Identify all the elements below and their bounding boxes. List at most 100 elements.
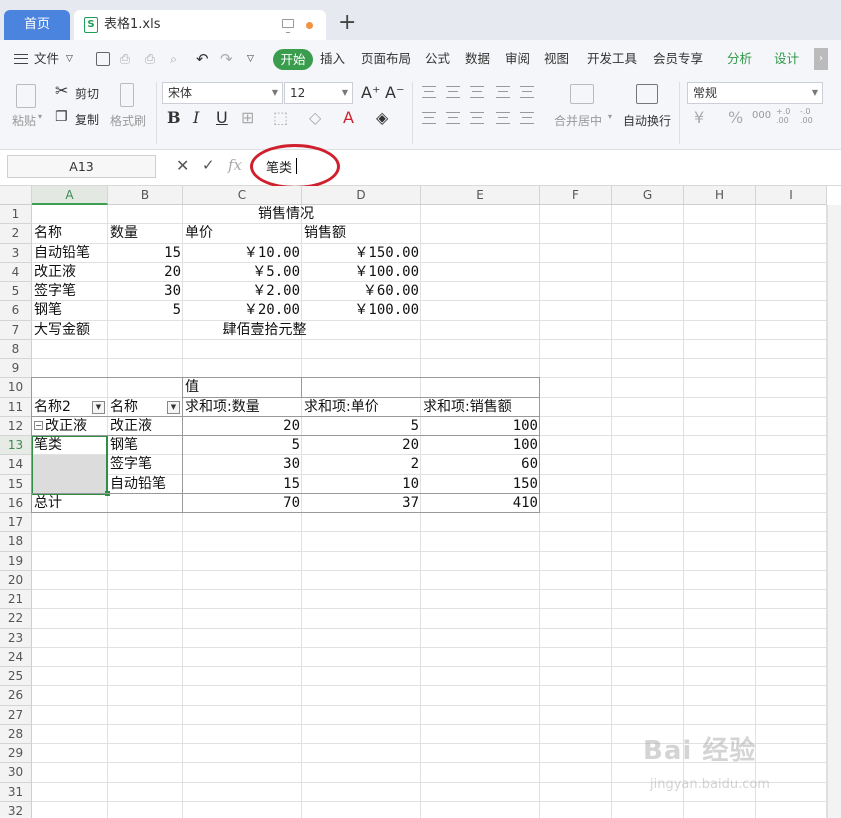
decimal-decrease-icon[interactable]: -.0 .00 <box>800 107 813 125</box>
confirm-icon[interactable]: ✓ <box>202 156 215 174</box>
menu-more-icon[interactable]: › <box>814 48 828 70</box>
font-increase-icon[interactable]: A⁺ <box>361 84 380 102</box>
menu-data[interactable]: 数据 <box>465 40 490 78</box>
redo-icon[interactable]: ↷ <box>220 40 233 78</box>
bold-button[interactable]: B <box>167 109 181 127</box>
pivot-header-cell[interactable]: 求和项:数量 <box>185 398 300 417</box>
pivot-group-cell[interactable] <box>34 475 106 494</box>
sheet-title[interactable]: 销售情况 <box>32 205 540 224</box>
row-header-28[interactable]: 28 <box>0 724 32 744</box>
data-cell[interactable]: ￥5.00 <box>185 263 300 282</box>
name-box[interactable]: A13 <box>7 155 156 178</box>
row-header-25[interactable]: 25 <box>0 667 32 687</box>
row-header-21[interactable]: 21 <box>0 590 32 610</box>
quick-access-dropdown-icon[interactable]: ▽ <box>247 40 254 78</box>
select-all-corner[interactable] <box>0 186 32 205</box>
align-center-icon[interactable] <box>446 112 460 124</box>
pivot-data-cell[interactable]: 15 <box>185 475 300 494</box>
row-header-24[interactable]: 24 <box>0 647 32 667</box>
currency-icon[interactable]: ¥ <box>694 109 704 127</box>
column-header-a[interactable]: A <box>32 186 108 205</box>
row-header-8[interactable]: 8 <box>0 339 32 359</box>
monitor-icon[interactable] <box>282 19 294 33</box>
row-header-5[interactable]: 5 <box>0 282 32 302</box>
spreadsheet-grid[interactable]: A B C D E F G H I 1 2 3 4 5 6 7 8 9 10 11 12 13 14 15 16 17 18 19 20… <box>0 186 841 818</box>
pivot-data-cell[interactable]: 2 <box>304 455 419 474</box>
row-header-30[interactable]: 30 <box>0 763 32 783</box>
align-top-icon[interactable] <box>422 86 436 98</box>
row-header-29[interactable]: 29 <box>0 744 32 764</box>
filter-dropdown-icon[interactable]: ▼ <box>167 400 180 414</box>
copy-icon[interactable]: ❐ <box>55 108 68 126</box>
data-cell[interactable]: 5 <box>110 301 181 320</box>
data-cell[interactable]: 20 <box>110 263 181 282</box>
menu-start[interactable]: 开始 <box>273 49 313 70</box>
pivot-data-cell[interactable]: 60 <box>423 455 538 474</box>
brush-icon[interactable] <box>120 83 134 107</box>
pivot-data-cell[interactable]: 钢笔 <box>110 436 181 455</box>
row-header-2[interactable]: 2 <box>0 224 32 244</box>
column-header-e[interactable]: E <box>421 186 540 205</box>
align-middle-icon[interactable] <box>446 86 460 98</box>
merge-dropdown-icon[interactable]: ▾ <box>608 112 612 121</box>
pivot-total-cell[interactable]: 410 <box>423 494 538 513</box>
row-header-6[interactable]: 6 <box>0 301 32 321</box>
tab-file[interactable]: S 表格1.xls <box>74 10 326 40</box>
pivot-total-cell[interactable] <box>110 494 181 513</box>
row-header-17[interactable]: 17 <box>0 513 32 533</box>
cut-button[interactable]: 剪切 <box>75 85 99 102</box>
collapse-icon[interactable]: − <box>34 420 43 430</box>
pivot-data-cell[interactable]: 自动铅笔 <box>110 475 181 494</box>
table-header-cell[interactable]: 销售额 <box>304 224 419 243</box>
data-cell[interactable]: ￥60.00 <box>304 282 419 301</box>
data-cell[interactable]: 15 <box>110 244 181 263</box>
pivot-data-cell[interactable]: 100 <box>423 436 538 455</box>
vertical-scrollbar[interactable] <box>827 205 841 818</box>
pivot-data-cell[interactable]: 10 <box>304 475 419 494</box>
amount-label-cell[interactable]: 大写金额 <box>34 321 106 340</box>
align-bottom-icon[interactable] <box>470 86 484 98</box>
font-size-select[interactable]: 12 ▼ <box>284 82 353 104</box>
row-header-23[interactable]: 23 <box>0 628 32 648</box>
column-header-f[interactable]: F <box>540 186 612 205</box>
pivot-total-cell[interactable]: 37 <box>304 494 419 513</box>
data-cell[interactable]: ￥2.00 <box>185 282 300 301</box>
pivot-data-cell[interactable]: 150 <box>423 475 538 494</box>
pivot-group-cell[interactable]: 笔类 <box>34 436 106 455</box>
row-header-3[interactable]: 3 <box>0 243 32 263</box>
border-icon[interactable]: ⊞ <box>241 109 254 127</box>
new-tab-button[interactable]: + <box>338 12 356 34</box>
eraser-icon[interactable]: ◈ <box>376 109 388 127</box>
row-header-32[interactable]: 32 <box>0 801 32 818</box>
data-cell[interactable]: 30 <box>110 282 181 301</box>
column-header-g[interactable]: G <box>612 186 684 205</box>
menu-design[interactable]: 设计 <box>774 40 799 78</box>
menu-developer[interactable]: 开发工具 <box>587 40 637 78</box>
menu-insert[interactable]: 插入 <box>320 40 345 78</box>
data-cell[interactable]: ￥100.00 <box>304 263 419 282</box>
data-cell[interactable]: 签字笔 <box>34 282 106 301</box>
indent-increase-icon[interactable] <box>520 86 534 98</box>
column-header-i[interactable]: I <box>756 186 827 205</box>
decimal-increase-icon[interactable]: +.0 .00 <box>776 107 790 125</box>
print-icon[interactable]: ⎙ <box>145 40 155 78</box>
copy-button[interactable]: 复制 <box>75 111 99 128</box>
pivot-data-cell[interactable]: 5 <box>304 417 419 436</box>
undo-icon[interactable]: ↶ <box>196 40 209 78</box>
merge-center-button[interactable]: 合并居中 <box>554 112 602 129</box>
filter-dropdown-icon[interactable]: ▼ <box>92 400 105 414</box>
indent-decrease-icon[interactable] <box>496 86 510 98</box>
paste-button[interactable]: 粘贴 <box>12 112 36 129</box>
menu-formula[interactable]: 公式 <box>425 40 450 78</box>
italic-button[interactable]: I <box>193 109 199 127</box>
format-painter-button[interactable]: 格式刷 <box>110 112 146 129</box>
column-header-d[interactable]: D <box>302 186 421 205</box>
table-header-cell[interactable]: 单价 <box>185 224 300 243</box>
data-cell[interactable]: ￥10.00 <box>185 244 300 263</box>
cancel-icon[interactable]: ✕ <box>176 156 189 175</box>
pivot-total-cell[interactable]: 70 <box>185 494 300 513</box>
pivot-values-label[interactable]: 值 <box>185 378 300 397</box>
row-header-12[interactable]: 12 <box>0 416 32 436</box>
row-header-18[interactable]: 18 <box>0 532 32 552</box>
column-header-h[interactable]: H <box>684 186 756 205</box>
